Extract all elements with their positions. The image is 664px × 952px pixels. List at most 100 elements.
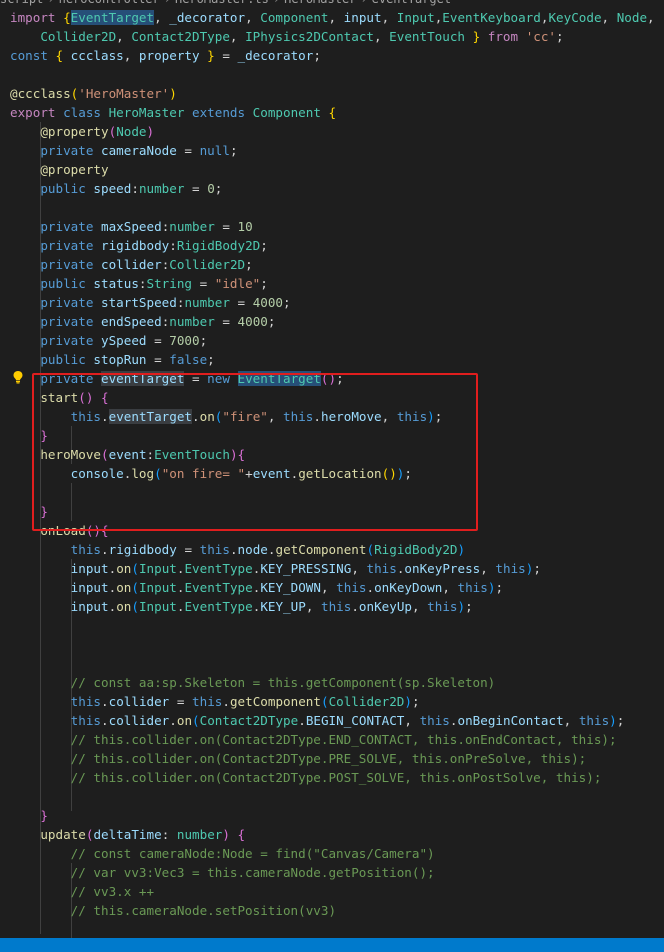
code-line[interactable]: // var vv3:Vec3 = this.cameraNode.getPos…	[0, 863, 664, 882]
code-token: .	[366, 580, 375, 595]
code-line[interactable]: import {EventTarget, _decorator, Compone…	[0, 8, 664, 27]
breadcrumb-item[interactable]: HeroMaster.ts	[175, 0, 269, 6]
code-line[interactable]: // const aa:sp.Skeleton = this.getCompon…	[0, 673, 664, 692]
code-token: stopRun	[93, 352, 147, 367]
breadcrumb-item[interactable]: script	[0, 0, 43, 6]
code-line[interactable]: private collider:Collider2D;	[0, 255, 664, 274]
code-line[interactable]	[0, 635, 664, 654]
code-line[interactable]: // const cameraNode:Node = find("Canvas/…	[0, 844, 664, 863]
code-token: {	[63, 10, 71, 25]
code-line[interactable]: this.rigidbody = this.node.getComponent(…	[0, 540, 664, 559]
code-line[interactable]: // vv3.x ++	[0, 882, 664, 901]
code-token: ;	[616, 713, 625, 728]
code-line[interactable]	[0, 65, 664, 84]
code-token: private	[40, 314, 102, 329]
code-token: private	[40, 143, 102, 158]
code-line[interactable]: @property	[0, 160, 664, 179]
code-token: ,	[412, 599, 428, 614]
code-line[interactable]: private ySpeed = 7000;	[0, 331, 664, 350]
code-line[interactable]: input.on(Input.EventType.KEY_DOWN, this.…	[0, 578, 664, 597]
code-line[interactable]: public speed:number = 0;	[0, 179, 664, 198]
code-token: .	[351, 599, 359, 614]
code-line[interactable]	[0, 616, 664, 635]
code-line[interactable]: this.collider.on(Contact2DType.BEGIN_CON…	[0, 711, 664, 730]
lightbulb-icon[interactable]	[11, 370, 25, 384]
code-token: Contact2DType	[199, 713, 299, 728]
code-token: private	[40, 295, 102, 310]
code-line[interactable]: update(deltaTime: number) {	[0, 825, 664, 844]
code-text: private collider:Collider2D;	[10, 255, 252, 274]
code-token: onKeyPress	[404, 561, 481, 576]
code-token: private	[40, 333, 102, 348]
code-line[interactable]: }	[0, 806, 664, 825]
code-line[interactable]: private startSpeed:number = 4000;	[0, 293, 664, 312]
breadcrumb-item[interactable]: HeroMaster	[284, 0, 356, 6]
code-line[interactable]: Collider2D, Contact2DType, IPhysics2DCon…	[0, 27, 664, 46]
code-token: rigidbody	[101, 238, 170, 253]
code-token: )	[146, 124, 155, 139]
code-line[interactable]: // this.cameraNode.setPosition(vv3)	[0, 901, 664, 920]
code-token: input	[343, 10, 382, 25]
code-token: ,	[647, 10, 655, 25]
code-token: )	[222, 827, 230, 842]
code-token: ,	[601, 10, 617, 25]
code-text: // this.cameraNode.setPosition(vv3)	[10, 901, 336, 920]
code-text: public status:String = "idle";	[10, 274, 268, 293]
code-token: 10	[237, 219, 253, 234]
code-token: }	[199, 48, 215, 63]
code-line[interactable]	[0, 787, 664, 806]
highlight-box	[32, 373, 478, 531]
code-token: _decorator	[237, 48, 314, 63]
code-line[interactable]	[0, 198, 664, 217]
code-token: BEGIN_CONTACT	[305, 713, 405, 728]
code-text: // this.collider.on(Contact2DType.END_CO…	[10, 730, 617, 749]
code-token: )	[609, 713, 617, 728]
code-token: export	[10, 105, 64, 120]
code-token: (	[366, 542, 375, 557]
code-line[interactable]: @property(Node)	[0, 122, 664, 141]
code-line[interactable]: public status:String = "idle";	[0, 274, 664, 293]
code-token: number	[169, 314, 215, 329]
code-line[interactable]: // this.collider.on(Contact2DType.PRE_SO…	[0, 749, 664, 768]
code-line[interactable]: // this.collider.on(Contact2DType.POST_S…	[0, 768, 664, 787]
code-token: ;	[533, 561, 541, 576]
code-line[interactable]: const { ccclass, property } = _decorator…	[0, 46, 664, 65]
code-token: Component	[252, 105, 329, 120]
code-token: .	[101, 542, 109, 557]
code-line[interactable]: export class HeroMaster extends Componen…	[0, 103, 664, 122]
code-line[interactable]	[0, 654, 664, 673]
code-token: cameraNode	[101, 143, 177, 158]
code-line[interactable]: private maxSpeed:number = 10	[0, 217, 664, 236]
code-token: }	[40, 808, 48, 823]
code-line[interactable]: @ccclass('HeroMaster')	[0, 84, 664, 103]
breadcrumb-item[interactable]: heroController	[59, 0, 160, 6]
code-token: collider	[108, 713, 170, 728]
code-line[interactable]: input.on(Input.EventType.KEY_PRESSING, t…	[0, 559, 664, 578]
breadcrumb-item[interactable]: eventTarget	[372, 0, 451, 6]
code-token: speed	[93, 181, 132, 196]
breadcrumb-separator-icon: ›	[47, 0, 54, 6]
code-token: String	[146, 276, 193, 291]
code-line[interactable]: input.on(Input.EventType.KEY_UP, this.on…	[0, 597, 664, 616]
code-text: @ccclass('HeroMaster')	[10, 84, 177, 103]
code-line[interactable]: private cameraNode = null;	[0, 141, 664, 160]
code-line[interactable]: private rigidbody:RigidBody2D;	[0, 236, 664, 255]
code-token: endSpeed	[101, 314, 162, 329]
code-line[interactable]: public stopRun = false;	[0, 350, 664, 369]
code-token: getComponent	[275, 542, 367, 557]
code-line[interactable]: // this.collider.on(Contact2DType.END_CO…	[0, 730, 664, 749]
code-line[interactable]: private endSpeed:number = 4000;	[0, 312, 664, 331]
code-line[interactable]: this.collider = this.getComponent(Collid…	[0, 692, 664, 711]
